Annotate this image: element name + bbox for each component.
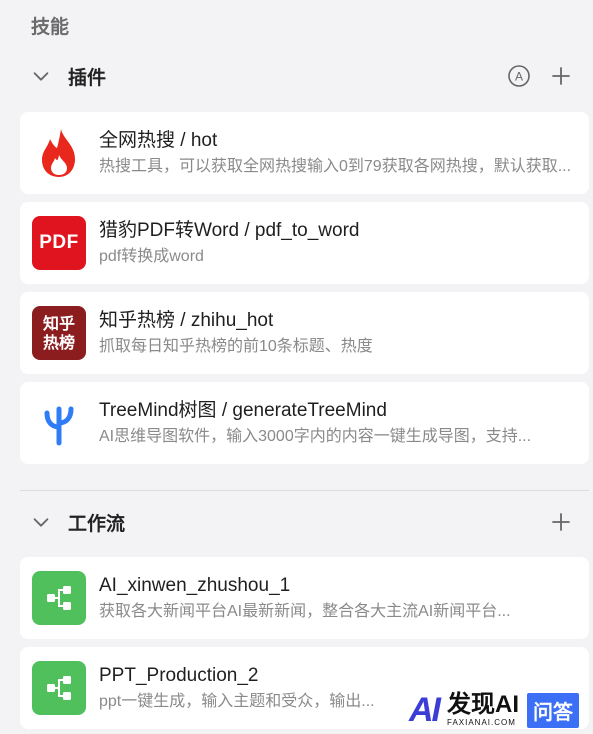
- plugin-card-hot[interactable]: 全网热搜 / hot 热搜工具，可以获取全网热搜输入0到79获取各网热搜，默认获…: [20, 112, 589, 194]
- watermark-logo: AI 发现AI FAXIANAI.COM 问答: [409, 690, 579, 729]
- workflows-label: 工作流: [68, 513, 126, 535]
- pdf-logo-icon: PDF: [32, 216, 86, 270]
- plugin-desc: 抓取每日知乎热榜的前10条标题、热度: [99, 338, 373, 355]
- plugins-group-header[interactable]: 插件 A: [20, 56, 589, 96]
- zhihu-logo-icon: 知乎 热榜: [32, 306, 86, 360]
- plugin-card-zhihu-hot[interactable]: 知乎 热榜 知乎热榜 / zhihu_hot 抓取每日知乎热榜的前10条标题、热…: [20, 292, 589, 374]
- plugin-name: TreeMind树图 / generateTreeMind: [99, 400, 387, 421]
- add-plugin-button[interactable]: [549, 64, 573, 88]
- plus-icon: [552, 513, 570, 531]
- plugin-name: 知乎热榜 / zhihu_hot: [99, 310, 274, 331]
- watermark-tag: 问答: [527, 692, 579, 728]
- section-title: 技能: [31, 17, 70, 38]
- workflow-desc: 获取各大新闻平台AI最新新闻，整合各大主流AI新闻平台...: [99, 603, 511, 620]
- watermark-sub: FAXIANAI.COM: [447, 718, 516, 727]
- chevron-down-icon[interactable]: [30, 65, 52, 87]
- add-workflow-button[interactable]: [549, 510, 573, 534]
- flame-icon: [32, 126, 86, 180]
- svg-text:A: A: [515, 70, 523, 84]
- zhihu-logo-line2: 热榜: [42, 333, 75, 352]
- section-divider: [20, 490, 589, 491]
- watermark-ai: AI: [409, 690, 441, 729]
- plugin-name: 全网热搜 / hot: [99, 130, 218, 151]
- tree-icon: [32, 396, 86, 450]
- workflow-icon: [32, 571, 86, 625]
- plugin-card-treemind[interactable]: TreeMind树图 / generateTreeMind AI思维导图软件，输…: [20, 382, 589, 464]
- plugin-desc: pdf转换成word: [99, 248, 204, 265]
- workflows-group-header[interactable]: 工作流: [20, 502, 589, 542]
- workflow-name: AI_xinwen_zhushou_1: [99, 575, 291, 596]
- plugins-label: 插件: [68, 67, 107, 89]
- workflow-name: PPT_Production_2: [99, 665, 259, 686]
- plugin-name: 猎豹PDF转Word / pdf_to_word: [99, 220, 360, 241]
- plugin-desc: 热搜工具，可以获取全网热搜输入0到79获取各网热搜，默认获取...: [99, 158, 572, 175]
- workflow-card-ai-xinwen[interactable]: AI_xinwen_zhushou_1 获取各大新闻平台AI最新新闻，整合各大主…: [20, 557, 589, 639]
- workflow-icon: [32, 661, 86, 715]
- auto-a-icon[interactable]: A: [507, 64, 531, 88]
- plus-icon: [552, 67, 570, 85]
- watermark-cn: 发现AI: [447, 691, 519, 718]
- plugin-card-pdf-to-word[interactable]: PDF 猎豹PDF转Word / pdf_to_word pdf转换成word: [20, 202, 589, 284]
- plugin-desc: AI思维导图软件，输入3000字内的内容一键生成导图，支持...: [99, 428, 532, 445]
- zhihu-logo-line1: 知乎: [42, 314, 75, 333]
- chevron-down-icon[interactable]: [30, 511, 52, 533]
